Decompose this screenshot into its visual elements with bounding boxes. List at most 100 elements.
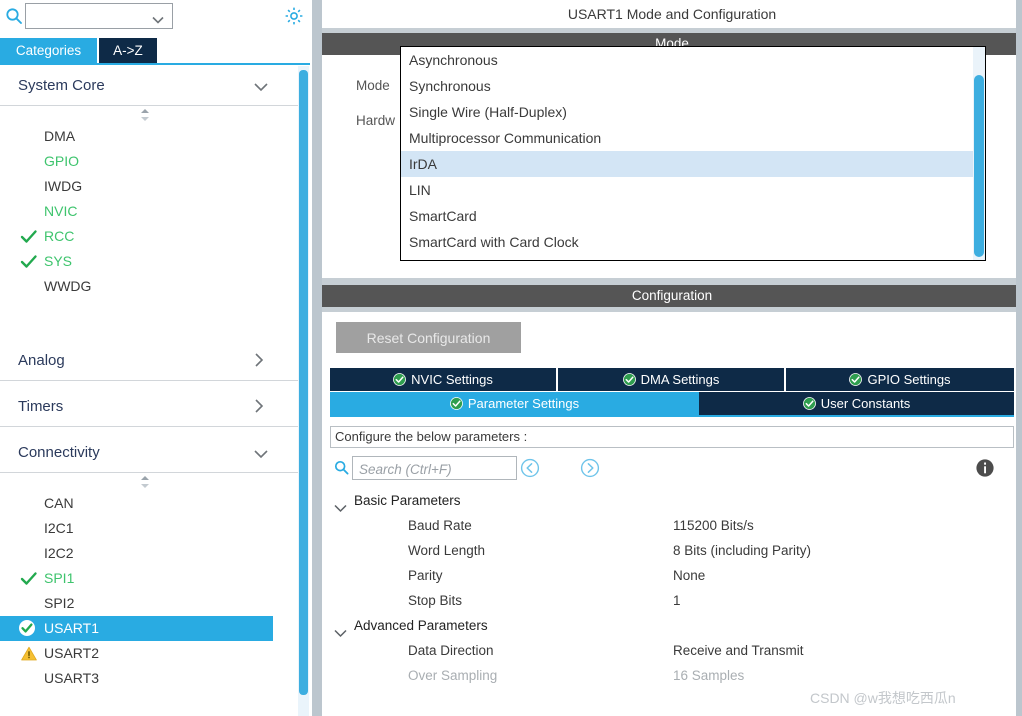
param-value: 1 [673,593,681,608]
dropdown-option-single-wire[interactable]: Single Wire (Half-Duplex) [401,99,985,125]
tab-a-to-z[interactable]: A->Z [99,38,157,63]
param-group-label: Basic Parameters [354,493,461,508]
param-name: Stop Bits [408,593,463,608]
chevron-down-icon [334,496,347,513]
tabs-underline [0,63,310,65]
dropdown-option-irda[interactable]: IrDA [401,151,985,177]
param-name: Over Sampling [408,668,498,683]
param-row-data-direction[interactable]: Data Direction Receive and Transmit [330,638,1014,663]
app-window: Categories A->Z System Core DMA GPIO IWD… [0,0,1022,716]
chevron-left-circle-icon[interactable] [520,458,540,478]
panel-splitter[interactable] [312,0,322,716]
sidebar-item-i2c1[interactable]: I2C1 [0,516,298,541]
tab-gpio-settings[interactable]: GPIO Settings [786,368,1014,391]
peripheral-tree: System Core DMA GPIO IWDG NVIC RCC SYS W… [0,66,298,716]
tab-label: GPIO Settings [867,372,951,387]
peripheral-label: GPIO [44,153,80,169]
green-check-icon [802,394,816,410]
peripheral-label: USART2 [44,645,99,661]
reset-configuration-button[interactable]: Reset Configuration [336,322,521,353]
page-title: USART1 Mode and Configuration [322,0,1022,28]
chevron-right-circle-icon[interactable] [580,458,600,478]
sidebar-group-system-core[interactable]: System Core [0,66,298,106]
sidebar-group-label: System Core [18,77,105,94]
sidebar-item-gpio[interactable]: GPIO [0,149,298,174]
dropdown-option-synchronous[interactable]: Synchronous [401,73,985,99]
scroll-spinner-handle[interactable] [0,106,298,124]
dropdown-scrollbar-thumb[interactable] [974,75,984,257]
configuration-section-header: Configuration [322,285,1022,307]
sidebar-item-can[interactable]: CAN [0,491,298,516]
peripheral-label: CAN [44,495,74,511]
info-icon[interactable] [975,458,995,478]
param-row-baud-rate[interactable]: Baud Rate 115200 Bits/s [330,513,1014,538]
tab-parameter-settings[interactable]: Parameter Settings [330,392,699,415]
configure-parameters-text: Configure the below parameters : [335,429,528,444]
param-row-stop-bits[interactable]: Stop Bits 1 [330,588,1014,613]
white-circle-check-icon [18,619,36,637]
parameter-search-input[interactable] [357,459,516,479]
green-check-icon [20,570,38,588]
param-value: 115200 Bits/s [673,518,754,533]
param-name: Word Length [408,543,486,558]
tab-label: User Constants [820,396,911,411]
green-check-icon [622,370,636,386]
sidebar-item-spi2[interactable]: SPI2 [0,591,298,616]
scroll-spinner-handle[interactable] [0,473,298,491]
dropdown-option-smartcard[interactable]: SmartCard [401,203,985,229]
tab-user-constants[interactable]: User Constants [699,392,1014,415]
tab-nvic-settings[interactable]: NVIC Settings [330,368,556,391]
peripheral-search-combobox[interactable] [25,3,173,29]
param-row-parity[interactable]: Parity None [330,563,1014,588]
param-group-basic-parameters[interactable]: Basic Parameters [330,488,1014,513]
chevron-down-icon [254,447,268,459]
peripheral-label: SPI2 [44,595,75,611]
tab-categories[interactable]: Categories [0,38,97,63]
sidebar-item-spi1[interactable]: SPI1 [0,566,298,591]
sidebar-item-wwdg[interactable]: WWDG [0,274,298,299]
param-group-advanced-parameters[interactable]: Advanced Parameters [330,613,1014,638]
sidebar-item-usart3[interactable]: USART3 [0,666,298,691]
chevron-down-icon[interactable] [152,12,164,24]
configuration-panel: USART1 Mode and Configuration Mode Mode … [322,0,1022,716]
sidebar-item-dma[interactable]: DMA [0,124,298,149]
peripheral-label: USART1 [44,620,99,636]
chevron-right-icon [254,399,268,413]
peripheral-label: SPI1 [44,570,75,586]
sidebar-item-nvic[interactable]: NVIC [0,199,298,224]
dropdown-option-lin[interactable]: LIN [401,177,985,203]
sidebar-scrollbar-thumb[interactable] [299,70,308,695]
dropdown-option-smartcard-with-card-clock[interactable]: SmartCard with Card Clock [401,229,985,255]
green-check-icon [20,228,38,246]
sidebar-group-analog[interactable]: Analog [0,341,298,381]
gear-icon[interactable] [284,6,304,26]
parameter-search-field[interactable] [352,456,517,480]
dropdown-option-multiprocessor[interactable]: Multiprocessor Communication [401,125,985,151]
configuration-tabs-underline [330,415,1014,417]
sidebar-group-label: Timers [18,398,64,415]
sidebar-item-sys[interactable]: SYS [0,249,298,274]
param-row-word-length[interactable]: Word Length 8 Bits (including Parity) [330,538,1014,563]
dropdown-option-asynchronous[interactable]: Asynchronous [401,47,985,73]
sidebar-item-i2c2[interactable]: I2C2 [0,541,298,566]
tab-dma-settings[interactable]: DMA Settings [558,368,784,391]
param-row-over-sampling: Over Sampling 16 Samples [330,663,1014,688]
chevron-down-icon [254,80,268,92]
sidebar-group-connectivity[interactable]: Connectivity [0,433,298,473]
peripheral-search-input[interactable] [30,7,149,27]
chevron-right-icon [254,353,268,367]
param-name: Parity [408,568,443,583]
param-name: Data Direction [408,643,494,658]
sidebar-group-timers[interactable]: Timers [0,387,298,427]
search-icon [334,460,349,475]
peripheral-label: NVIC [44,203,78,219]
mode-dropdown-list[interactable]: Asynchronous Synchronous Single Wire (Ha… [400,46,986,261]
sidebar-item-rcc[interactable]: RCC [0,224,298,249]
sidebar-item-usart1[interactable]: USART1 [0,616,273,641]
sidebar-item-usart2[interactable]: USART2 [0,641,298,666]
param-value: Receive and Transmit [673,643,804,658]
sidebar-item-iwdg[interactable]: IWDG [0,174,298,199]
peripheral-label: USART3 [44,670,99,686]
configure-parameters-strip: Configure the below parameters : [330,426,1014,448]
